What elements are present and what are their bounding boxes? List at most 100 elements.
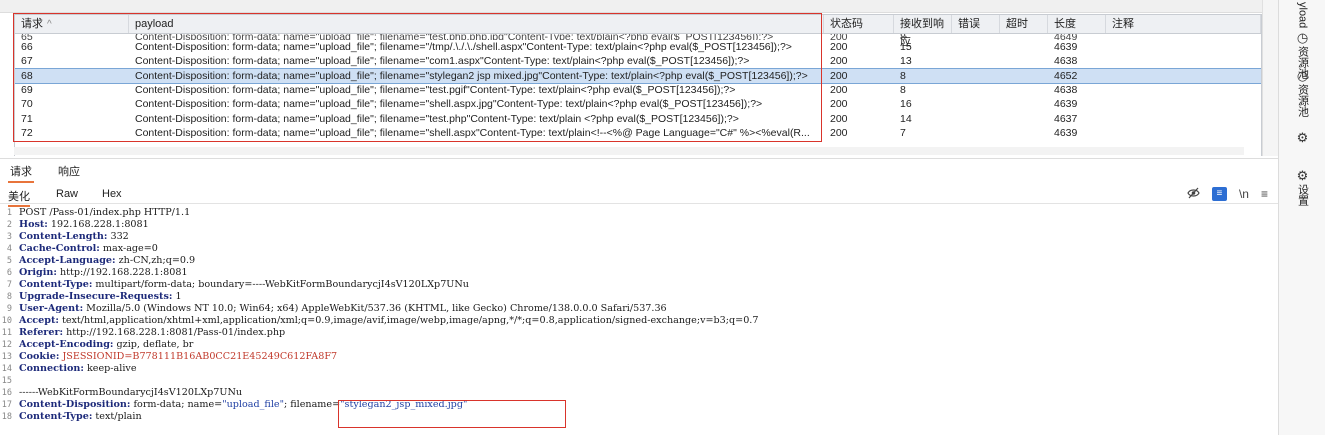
line-number: 16 bbox=[1, 388, 12, 398]
cell-received: 13 bbox=[900, 55, 912, 68]
line-number: 4 bbox=[6, 244, 12, 254]
header-name: Origin bbox=[19, 267, 54, 278]
field-name-string: "upload_file" bbox=[222, 399, 284, 410]
col-header-received[interactable]: 接收到响应 bbox=[894, 15, 952, 48]
cell-status: 200 bbox=[830, 55, 848, 68]
header-value: JSESSIONID=B778111B16AB0CC21E45249C612FA… bbox=[59, 351, 338, 362]
tab-hex[interactable]: Hex bbox=[102, 188, 122, 200]
gear-icon: ⚙ bbox=[1296, 130, 1309, 145]
cell-status: 200 bbox=[830, 126, 848, 139]
sidebar-item-settings-top[interactable]: ⚙ bbox=[1279, 130, 1325, 146]
header-value: 1 bbox=[172, 291, 182, 302]
line-number: 2 bbox=[6, 220, 12, 230]
tab-response[interactable]: 响应 bbox=[56, 163, 82, 179]
header-value: text/plain bbox=[92, 411, 142, 422]
sidebar-item-payload[interactable]: yload bbox=[1279, 2, 1325, 31]
request-line: 16 ------WebKitFormBoundarycjI4sV120LXp7U… bbox=[0, 387, 242, 399]
cell-request: 69 bbox=[21, 83, 33, 96]
line-number: 17 bbox=[1, 400, 12, 410]
table-row[interactable]: 67 Content-Disposition: form-data; name="… bbox=[15, 54, 1261, 68]
sidebar-item-resource-pool-2[interactable]: ◷ 资源池 bbox=[1279, 68, 1325, 120]
col-header-length[interactable]: 长度 bbox=[1048, 15, 1106, 33]
request-editor[interactable]: 1 POST /Pass-01/index.php HTTP/1.1 2 Host: … bbox=[0, 207, 1278, 436]
request-line: 15 bbox=[0, 375, 19, 387]
cell-payload: Content-Disposition: form-data; name="up… bbox=[135, 69, 808, 82]
table-row[interactable]: 71 Content-Disposition: form-data; name="… bbox=[15, 112, 1261, 126]
tab-request[interactable]: 请求 bbox=[8, 163, 34, 183]
header-value: zh-CN,zh;q=0.9 bbox=[115, 255, 196, 266]
header-name: Accept-Language bbox=[19, 255, 113, 266]
cell-length: 4652 bbox=[1054, 69, 1078, 82]
line-number: 5 bbox=[6, 256, 12, 266]
clock-icon: ◷ bbox=[1296, 30, 1309, 45]
cell-status: 200 bbox=[830, 41, 848, 53]
col-header-payload[interactable]: payload bbox=[129, 15, 824, 33]
sidebar-item-settings[interactable]: ⚙ 设置 bbox=[1279, 168, 1325, 209]
horizontal-scrollbar[interactable] bbox=[14, 147, 1244, 155]
results-panel: 请求 ^ payload 状态码 接收到响应 错误 超时 长度 注释 65 Cont… bbox=[0, 0, 1262, 156]
request-line: 18 Content-Type: text/plain bbox=[1, 411, 142, 422]
cell-received: 14 bbox=[900, 112, 912, 125]
table-header: 请求 ^ payload 状态码 接收到响应 错误 超时 长度 注释 bbox=[15, 15, 1261, 48]
cell-payload: Content-Disposition: form-data; name="up… bbox=[135, 112, 739, 125]
cell-payload: Content-Disposition: form-data; name="up… bbox=[135, 126, 810, 139]
request-panel: 请求 响应 美化 Raw Hex ≡ \n ≡ 1 POST /Pass-01/i… bbox=[0, 158, 1278, 436]
table-row[interactable]: 68 Content-Disposition: form-data; name="… bbox=[15, 67, 1261, 84]
header-value: Mozilla/5.0 (Windows NT 10.0; Win64; x64… bbox=[83, 303, 667, 314]
header-name: User-Agent bbox=[19, 303, 80, 314]
request-line: 4 Cache-Control: max-age=0 bbox=[0, 243, 158, 255]
col-header-error[interactable]: 错误 bbox=[952, 15, 1000, 33]
tab-pretty[interactable]: 美化 bbox=[8, 188, 30, 207]
line-number: 10 bbox=[1, 316, 12, 326]
table-row[interactable]: 72 Content-Disposition: form-data; name="… bbox=[15, 126, 1261, 140]
cell-received: 15 bbox=[900, 41, 912, 53]
line-number: 9 bbox=[6, 304, 12, 314]
header-name: Referer bbox=[19, 327, 60, 338]
line-number: 18 bbox=[1, 412, 12, 422]
table-row[interactable]: 69 Content-Disposition: form-data; name="… bbox=[15, 83, 1261, 97]
request-line: 7 Content-Type: multipart/form-data; boun… bbox=[0, 279, 469, 291]
request-line: 11 Referer: http://192.168.228.1:8081/Pas… bbox=[1, 327, 286, 338]
cell-received: 7 bbox=[900, 126, 906, 139]
vertical-scrollbar[interactable] bbox=[1262, 0, 1279, 156]
request-line: 14 Connection: keep-alive bbox=[1, 363, 137, 374]
cell-received: 8 bbox=[900, 83, 906, 96]
line-number: 11 bbox=[1, 328, 12, 338]
menu-icon[interactable]: ≡ bbox=[1261, 187, 1268, 201]
header-name: Connection bbox=[19, 363, 81, 374]
cell-status: 200 bbox=[830, 83, 848, 96]
header-name: Cookie bbox=[19, 351, 56, 362]
cell-request: 72 bbox=[21, 126, 33, 139]
col-header-comment[interactable]: 注释 bbox=[1106, 15, 1261, 33]
table-row[interactable]: 66 Content-Disposition: form-data; name="… bbox=[15, 40, 1261, 54]
request-line: 12 Accept-Encoding: gzip, deflate, br bbox=[1, 339, 194, 350]
request-line: 13 Cookie: JSESSIONID=B778111B16AB0CC21E4… bbox=[1, 351, 338, 362]
cell-request: 68 bbox=[21, 69, 33, 82]
wrap-text-icon[interactable]: ≡ bbox=[1211, 187, 1227, 201]
table-row[interactable]: 70 Content-Disposition: form-data; name="… bbox=[15, 97, 1261, 111]
request-line: 5 Accept-Language: zh-CN,zh;q=0.9 bbox=[0, 255, 195, 267]
cell-length: 4639 bbox=[1054, 41, 1078, 53]
request-line: 6 Origin: http://192.168.228.1:8081 bbox=[0, 267, 188, 279]
request-line: 9 User-Agent: Mozilla/5.0 (Windows NT 10.… bbox=[0, 303, 667, 315]
request-line: 8 Upgrade-Insecure-Requests: 1 bbox=[0, 291, 182, 303]
col-header-timeout[interactable]: 超时 bbox=[1000, 15, 1048, 33]
header-name: Accept bbox=[19, 315, 56, 326]
header-value: max-age=0 bbox=[99, 243, 158, 254]
tab-raw[interactable]: Raw bbox=[56, 188, 78, 200]
header-value: ------WebKitFormBoundarycjI4sV120LXp7UNu bbox=[19, 387, 243, 398]
newline-toggle[interactable]: \n bbox=[1239, 187, 1249, 201]
cell-status: 200 bbox=[830, 98, 848, 111]
eye-slash-icon[interactable] bbox=[1187, 187, 1200, 202]
header-value: 332 bbox=[107, 231, 129, 242]
cell-payload: Content-Disposition: form-data; name="up… bbox=[135, 41, 792, 53]
col-header-request[interactable]: 请求 ^ bbox=[15, 15, 129, 33]
cell-payload: Content-Disposition: form-data; name="up… bbox=[135, 83, 736, 96]
results-table: 请求 ^ payload 状态码 接收到响应 错误 超时 长度 注释 65 Cont… bbox=[14, 14, 1262, 156]
view-tabs: 美化 Raw Hex bbox=[0, 185, 1278, 207]
col-header-status[interactable]: 状态码 bbox=[824, 15, 894, 33]
line-number: 15 bbox=[1, 376, 12, 386]
line-number: 13 bbox=[1, 352, 12, 362]
cell-received: 8 bbox=[900, 69, 906, 82]
header-name: Content-Disposition bbox=[19, 399, 127, 410]
